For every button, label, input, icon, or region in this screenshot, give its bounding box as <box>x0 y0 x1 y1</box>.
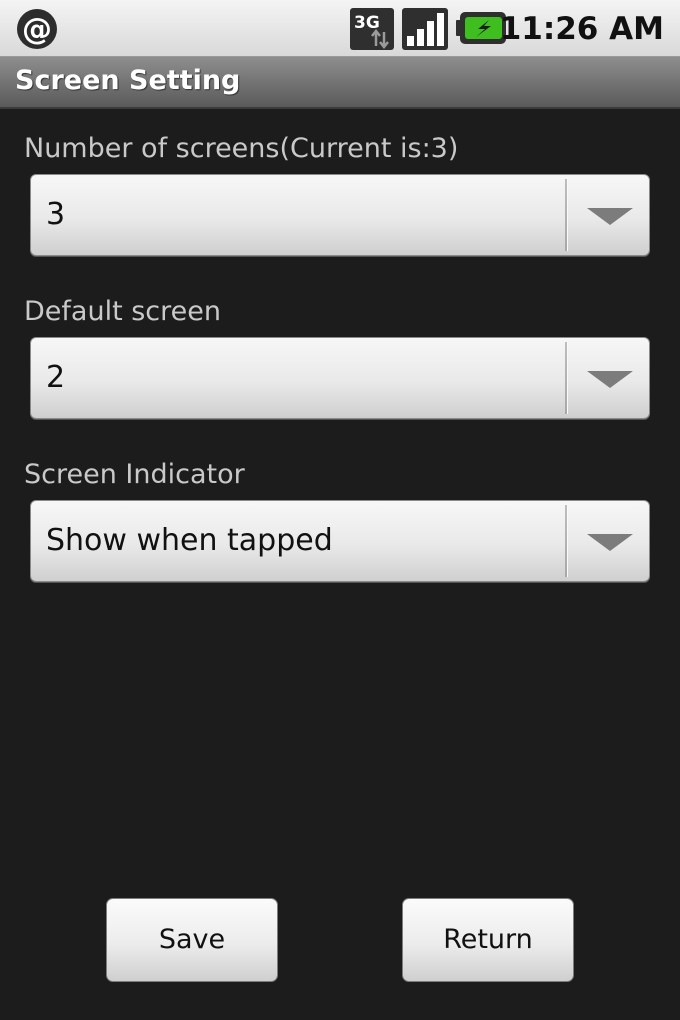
battery-charging-icon <box>456 12 506 44</box>
status-time: 11:26 AM <box>499 11 664 47</box>
title-bar: Screen Setting <box>0 57 680 109</box>
spinner-divider <box>565 179 568 251</box>
default-screen-label: Default screen <box>24 296 221 327</box>
default-screen-value: 2 <box>46 360 66 395</box>
3g-data-icon: 3G <box>350 8 394 50</box>
screens-count-label: Number of screens(Current is:3) <box>24 133 459 164</box>
phone-screen: @ 3G 11:26 AM Screen Setting Number of s… <box>0 0 680 1020</box>
dropdown-arrow-icon <box>587 371 633 388</box>
status-bar: @ 3G 11:26 AM <box>0 0 680 57</box>
screen-indicator-label: Screen Indicator <box>24 459 245 490</box>
return-button[interactable]: Return <box>402 898 574 982</box>
spinner-divider <box>565 342 568 414</box>
page-title: Screen Setting <box>15 65 241 96</box>
svg-text:@: @ <box>22 12 52 47</box>
screens-count-value: 3 <box>46 197 66 232</box>
screens-count-spinner[interactable]: 3 <box>30 174 650 256</box>
at-sign-icon: @ <box>17 9 57 49</box>
dropdown-arrow-icon <box>587 208 633 225</box>
default-screen-spinner[interactable]: 2 <box>30 337 650 419</box>
save-button[interactable]: Save <box>106 898 278 982</box>
dropdown-arrow-icon <box>587 534 633 551</box>
screen-indicator-spinner[interactable]: Show when tapped <box>30 500 650 582</box>
spinner-divider <box>565 505 568 577</box>
signal-strength-icon <box>402 8 448 50</box>
screen-indicator-value: Show when tapped <box>46 523 333 558</box>
